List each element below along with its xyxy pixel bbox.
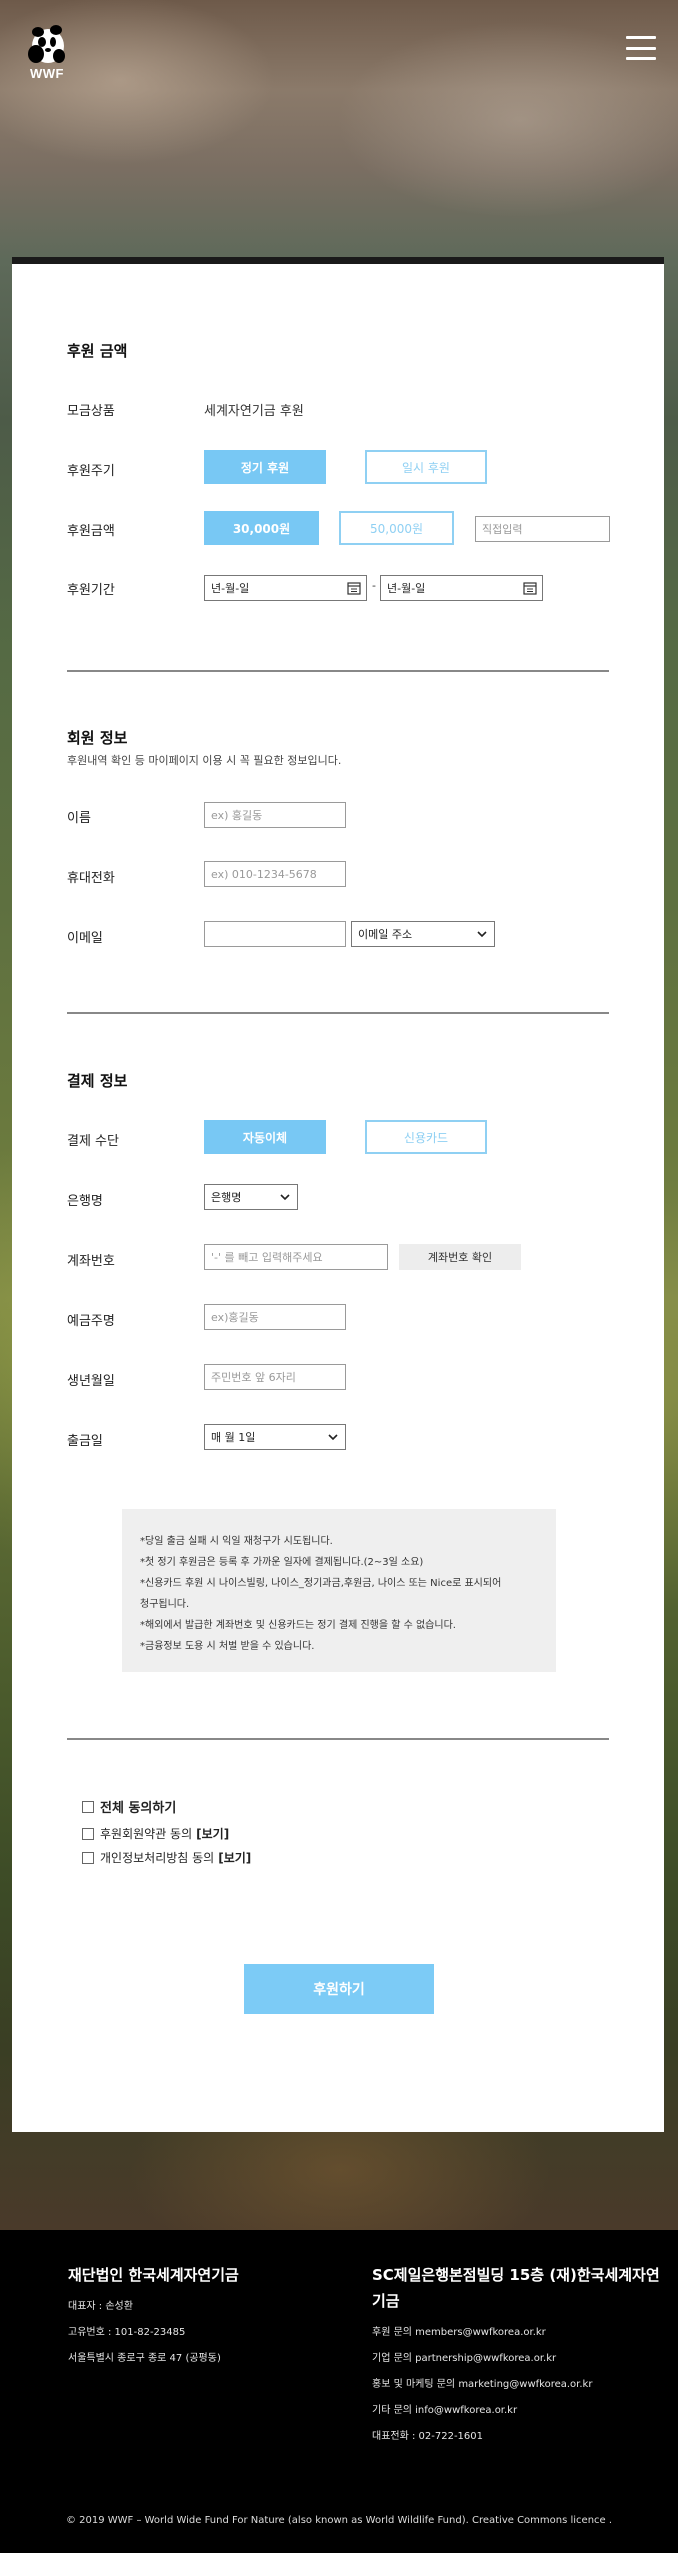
footer-org-name: 재단법인 한국세계자연기금	[68, 2266, 239, 2284]
holder-label: 예금주명	[67, 1314, 115, 1329]
period-onetime-button[interactable]: 일시 후원	[365, 450, 487, 484]
bank-select[interactable]: 은행명	[204, 1184, 298, 1210]
method-label: 결제 수단	[67, 1134, 119, 1149]
end-date-placeholder: 년-월-일	[387, 582, 426, 595]
product-value: 세계자연기금 후원	[204, 404, 304, 419]
section-divider	[67, 1738, 609, 1740]
agree-all-label: 전체 동의하기	[100, 1801, 177, 1816]
view-privacy-link[interactable]: [보기]	[218, 1849, 251, 1866]
agree-privacy-checkbox[interactable]: 개인정보처리방침 동의 [보기]	[82, 1849, 251, 1866]
withdraw-date-select[interactable]: 매 월 1일	[204, 1424, 346, 1450]
period-label: 후원주기	[67, 464, 115, 479]
site-footer: 재단법인 한국세계자연기금 대표자 : 손성환 고유번호 : 101-82-23…	[0, 2230, 678, 2553]
amount-label: 후원금액	[67, 524, 115, 539]
footer-phone: 대표전화 : 02-722-1601	[372, 2431, 484, 2442]
notice-line: 청구됩니다.	[140, 1599, 190, 1610]
member-section-description: 후원내역 확인 등 마이페이지 이용 시 꼭 필요한 정보입니다.	[67, 754, 342, 767]
amount-custom-input[interactable]: 직접입력	[475, 516, 610, 542]
holder-input[interactable]: ex)홍길동	[204, 1304, 346, 1330]
term-label: 후원기간	[67, 583, 115, 598]
footer-contact-support[interactable]: 후원 문의 members@wwfkorea.or.kr	[372, 2323, 546, 2338]
panda-icon	[28, 25, 65, 63]
logo-text: WWF	[30, 66, 64, 81]
agree-privacy-label: 개인정보처리방침 동의	[100, 1851, 215, 1865]
section-divider	[67, 1012, 609, 1014]
notice-line: *금융정보 도용 시 처벌 받을 수 있습니다.	[140, 1641, 315, 1652]
agree-terms-checkbox[interactable]: 후원회원약관 동의 [보기]	[82, 1825, 229, 1842]
start-date-placeholder: 년-월-일	[211, 582, 250, 595]
date-separator: -	[372, 579, 376, 592]
member-section-title: 회원 정보	[67, 729, 128, 747]
amount-50000-button[interactable]: 50,000원	[339, 511, 454, 545]
notice-line: *첫 정기 후원금은 등록 후 가까운 일자에 결제됩니다.(2~3일 소요)	[140, 1557, 424, 1568]
email-domain-select[interactable]: 이메일 주소	[351, 921, 495, 947]
account-input[interactable]: '-' 를 빼고 입력해주세요	[204, 1244, 388, 1270]
footer-building-title: SC제일은행본점빌딩 15층 (재)한국세계자연	[372, 2266, 660, 2284]
notice-line: *해외에서 발급한 계좌번호 및 신용카드는 정기 결제 진행을 할 수 없습니…	[140, 1620, 456, 1631]
phone-label: 휴대전화	[67, 871, 115, 886]
withdraw-label: 출금일	[67, 1434, 103, 1449]
wwf-logo[interactable]: WWF	[26, 24, 68, 86]
email-id-input[interactable]	[204, 921, 346, 947]
payment-notice-box: *당일 출금 실패 시 익일 재청구가 시도됩니다. *첫 정기 후원금은 등록…	[122, 1509, 556, 1672]
notice-line: *신용카드 후원 시 나이스빌링, 나이스_정기과금,후원금, 나이스 또는 N…	[140, 1578, 502, 1589]
account-label: 계좌번호	[67, 1254, 115, 1269]
donation-section-title: 후원 금액	[67, 342, 128, 360]
footer-contact-other[interactable]: 기타 문의 info@wwfkorea.or.kr	[372, 2401, 517, 2416]
calendar-icon[interactable]	[347, 581, 361, 595]
start-date-input[interactable]: 년-월-일	[204, 575, 367, 601]
birth-label: 생년월일	[67, 1374, 115, 1389]
agree-terms-label: 후원회원약관 동의	[100, 1827, 193, 1841]
email-label: 이메일	[67, 931, 103, 946]
bank-select-value: 은행명	[211, 1191, 242, 1204]
submit-donation-button[interactable]: 후원하기	[244, 1964, 434, 2014]
product-label: 모금상품	[67, 404, 115, 419]
calendar-icon[interactable]	[523, 581, 537, 595]
name-label: 이름	[67, 811, 91, 826]
section-divider	[67, 670, 609, 672]
payment-section-title: 결제 정보	[67, 1072, 128, 1090]
footer-biz-number: 고유번호 : 101-82-23485	[68, 2327, 186, 2338]
email-domain-value: 이메일 주소	[358, 928, 413, 941]
footer-contact-partnership[interactable]: 기업 문의 partnership@wwfkorea.or.kr	[372, 2349, 556, 2364]
agree-all-checkbox[interactable]: 전체 동의하기	[82, 1797, 176, 1816]
phone-input[interactable]: ex) 010-1234-5678	[204, 861, 346, 887]
chevron-down-icon	[477, 931, 487, 938]
end-date-input[interactable]: 년-월-일	[380, 575, 543, 601]
footer-building-title-cont: 기금	[372, 2292, 400, 2310]
checkbox[interactable]	[82, 1851, 94, 1864]
bank-label: 은행명	[67, 1194, 103, 1209]
name-input[interactable]: ex) 홍길동	[204, 802, 346, 828]
birth-input[interactable]: 주민번호 앞 6자리	[204, 1364, 346, 1390]
footer-contact-marketing[interactable]: 홍보 및 마케팅 문의 marketing@wwfkorea.or.kr	[372, 2375, 592, 2390]
account-verify-button[interactable]: 계좌번호 확인	[399, 1244, 521, 1270]
chevron-down-icon	[328, 1434, 338, 1441]
period-regular-button[interactable]: 정기 후원	[204, 450, 326, 484]
withdraw-date-value: 매 월 1일	[211, 1431, 256, 1444]
footer-copyright: © 2019 WWF – World Wide Fund For Nature …	[65, 2515, 613, 2526]
notice-line: *당일 출금 실패 시 익일 재청구가 시도됩니다.	[140, 1536, 333, 1547]
method-autotransfer-button[interactable]: 자동이체	[204, 1120, 326, 1154]
checkbox[interactable]	[82, 1827, 94, 1840]
view-terms-link[interactable]: [보기]	[196, 1825, 229, 1842]
footer-ceo: 대표자 : 손성환	[68, 2301, 133, 2312]
chevron-down-icon	[280, 1194, 290, 1201]
footer-address: 서울특별시 종로구 종로 47 (공평동)	[68, 2353, 221, 2364]
checkbox[interactable]	[82, 1800, 94, 1813]
amount-30000-button[interactable]: 30,000원	[204, 511, 319, 545]
donation-form: 후원 금액 모금상품 세계자연기금 후원 후원주기 정기 후원 일시 후원 후원…	[12, 257, 664, 2132]
hamburger-menu-icon[interactable]	[626, 36, 656, 60]
method-creditcard-button[interactable]: 신용카드	[365, 1120, 487, 1154]
